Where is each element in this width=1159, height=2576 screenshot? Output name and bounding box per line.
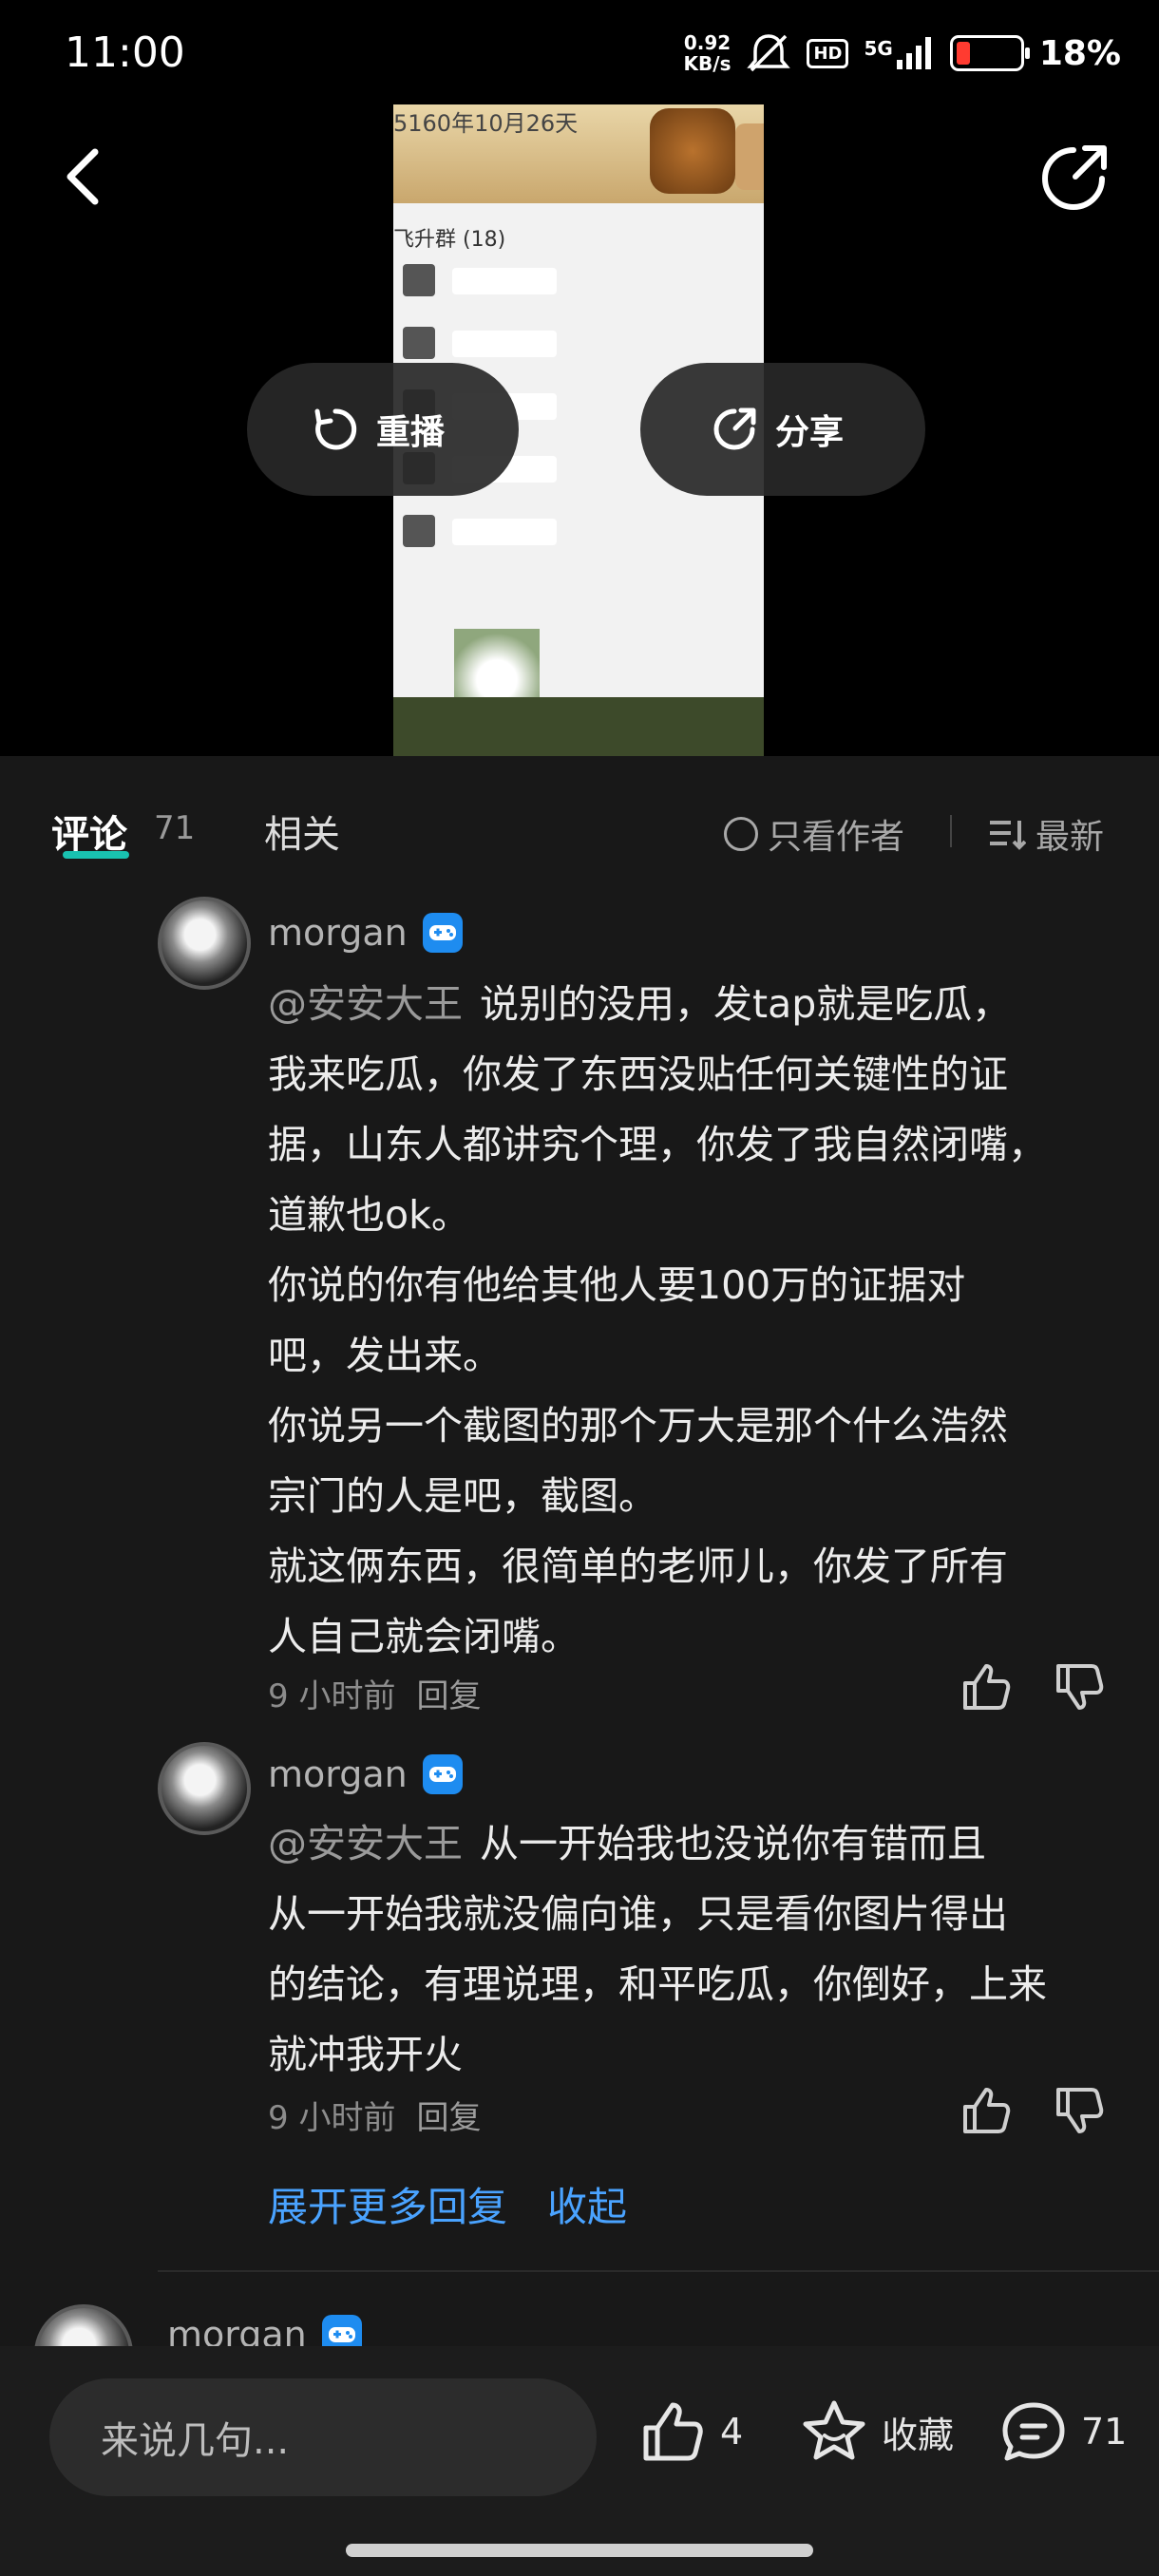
comment-count: 71: [1081, 2411, 1128, 2453]
reply-meta: 9 小时前 回复: [268, 1670, 481, 1716]
only-author-toggle[interactable]: 只看作者: [724, 809, 904, 859]
mute-icon: [747, 34, 791, 72]
signal-strength: 5G: [864, 37, 934, 69]
video-game-footer: [393, 697, 764, 756]
replay-label: 重播: [376, 413, 446, 452]
gamepad-badge-icon: [422, 913, 463, 953]
reply-meta: 9 小时前 回复: [268, 2092, 481, 2138]
username-row: morgan: [268, 912, 463, 954]
avatar[interactable]: [34, 2304, 133, 2346]
thumbs-down-icon: [1056, 1664, 1104, 1710]
reply-item: morgan @安安大王 从一开始我也没说你有错而且 从一开始我就没偏向谁，只是看…: [0, 1734, 1159, 2152]
battery-percent: 18%: [1038, 33, 1121, 73]
tab-divider: [950, 815, 952, 847]
thumbs-up-icon: [963, 1664, 1011, 1710]
reply-time: 9 小时前: [268, 1677, 396, 1715]
video-chat-row: [403, 327, 564, 359]
reply-time: 9 小时前: [268, 2099, 396, 2137]
comment-bubble-icon: [1002, 2402, 1065, 2461]
bottom-action-bar: 来说几句... 4 收藏 71: [0, 2346, 1159, 2576]
comments-count: 71: [154, 809, 196, 847]
mention-link[interactable]: @安安大王: [268, 981, 463, 1027]
video-game-header: 5160年10月26天: [393, 104, 764, 203]
home-indicator[interactable]: [346, 2544, 813, 2557]
username[interactable]: morgan: [268, 912, 408, 954]
thumbs-up-icon: [963, 2088, 1011, 2133]
network-speed-unit: KB/s: [683, 52, 732, 75]
like-button[interactable]: [960, 1660, 1013, 1714]
only-author-label: 只看作者: [768, 818, 905, 857]
share-icon: [1042, 145, 1107, 210]
thumbs-down-icon: [1056, 2088, 1104, 2133]
hd-badge: HD: [807, 38, 849, 68]
avatar[interactable]: [158, 897, 251, 990]
dislike-button[interactable]: [1053, 1660, 1106, 1714]
share-label: 分享: [775, 413, 845, 452]
star-icon: [803, 2400, 865, 2460]
replay-button[interactable]: 重播: [247, 363, 519, 496]
mention-link[interactable]: @安安大王: [268, 1821, 463, 1866]
signal-bars-icon: [896, 37, 931, 69]
like-count: 4: [720, 2411, 744, 2453]
sort-button[interactable]: 最新: [988, 809, 1104, 859]
expand-more-replies-link[interactable]: 展开更多回复: [268, 2175, 507, 2233]
reply-button[interactable]: 回复: [416, 1670, 481, 1716]
treasure-chest-icon: [650, 108, 735, 194]
back-button[interactable]: [55, 142, 112, 209]
avatar[interactable]: [158, 1742, 251, 1835]
collapse-replies-link[interactable]: 收起: [547, 2175, 627, 2233]
status-time: 11:00: [65, 28, 185, 77]
reply-body: 说别的没用，发tap就是吃瓜， 我来吃瓜，你发了东西没贴任何关键性的证 据，山东…: [268, 981, 1047, 1659]
sort-icon: [990, 821, 1026, 850]
replay-icon: [314, 408, 357, 450]
username-row: morgan: [268, 1753, 463, 1795]
comment-item: morgan: [0, 2299, 1159, 2346]
network-speed: 0.92 KB/s: [684, 32, 732, 74]
reply-button[interactable]: 回复: [416, 2092, 481, 2138]
video-chat-row: [403, 264, 564, 296]
reply-expand-row: 展开更多回复 收起: [268, 2175, 627, 2233]
video-group-title: 飞升群 (18): [393, 228, 506, 252]
share-icon: [713, 407, 756, 450]
tab-related[interactable]: 相关: [264, 804, 340, 859]
share-button[interactable]: [1036, 141, 1112, 217]
favorite-button[interactable]: 收藏: [800, 2397, 954, 2466]
signal-label: 5G: [864, 37, 893, 60]
dislike-button[interactable]: [1053, 2084, 1106, 2137]
video-player[interactable]: 5160年10月26天 飞升群 (18) 11:00 0.92 KB/s HD …: [0, 0, 1159, 756]
username-row: morgan: [167, 2314, 362, 2346]
gamepad-badge-icon: [321, 2315, 362, 2346]
like-button[interactable]: [960, 2084, 1013, 2137]
username[interactable]: morgan: [167, 2314, 307, 2346]
comment-button[interactable]: 71: [999, 2397, 1127, 2466]
game-item-icon: [735, 123, 764, 190]
active-tab-indicator: [63, 851, 129, 859]
like-video-button[interactable]: 4: [638, 2397, 743, 2466]
favorite-label: 收藏: [882, 2414, 955, 2456]
status-bar: 11:00 0.92 KB/s HD 5G 18%: [0, 0, 1159, 104]
network-speed-value: 0.92: [683, 31, 732, 54]
reply-item: morgan @安安大王 说别的没用，发tap就是吃瓜， 我来吃瓜，你发了东西没贴…: [0, 893, 1159, 1729]
battery-icon: [949, 35, 1030, 71]
share-pill-button[interactable]: 分享: [640, 363, 925, 496]
thumbs-up-icon: [643, 2402, 703, 2461]
status-icons: 0.92 KB/s HD 5G 18%: [684, 32, 1121, 74]
comment-divider: [158, 2270, 1159, 2272]
gamepad-badge-icon: [422, 1754, 463, 1794]
radio-icon: [724, 817, 758, 851]
comment-input[interactable]: 来说几句...: [49, 2378, 597, 2496]
video-overlay-date: 5160年10月26天: [393, 110, 579, 137]
sort-label: 最新: [1036, 818, 1105, 857]
reply-text: @安安大王 说别的没用，发tap就是吃瓜， 我来吃瓜，你发了东西没贴任何关键性的证…: [268, 969, 1123, 1672]
video-chat-row: [403, 515, 564, 547]
comment-tabs: 评论 71 相关 只看作者 最新: [0, 756, 1159, 862]
chevron-left-icon: [66, 148, 99, 205]
reply-text: @安安大王 从一开始我也没说你有错而且 从一开始我就没偏向谁，只是看你图片得出 的…: [268, 1809, 1123, 2090]
username[interactable]: morgan: [268, 1753, 408, 1795]
